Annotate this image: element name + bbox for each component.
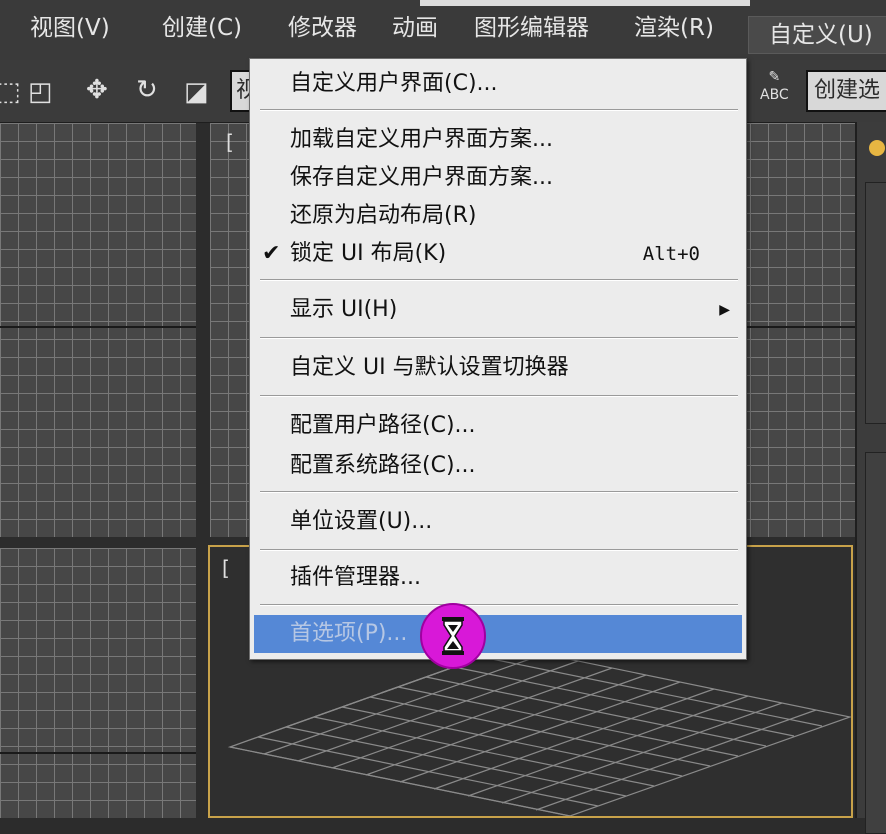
viewport-left[interactable] xyxy=(0,548,196,818)
menu-item-show-ui-label: 显示 UI(H) xyxy=(290,297,398,322)
menu-item-customize-ui[interactable]: 自定义用户界面(C)... xyxy=(290,67,734,101)
select-region-icon[interactable]: ⬚ xyxy=(0,72,21,112)
panel-rollout xyxy=(865,182,886,424)
command-panel[interactable] xyxy=(855,122,886,834)
window-crossing-icon[interactable]: ◰ xyxy=(28,72,53,112)
viewport-front-axis xyxy=(745,326,855,328)
panel-rollout-lower xyxy=(865,452,886,834)
menu-item-show-ui[interactable]: 显示 UI(H) ▶ xyxy=(290,293,734,327)
separator xyxy=(260,395,738,397)
shortcut-label: Alt+0 xyxy=(642,243,700,265)
menu-item-save-ui-scheme[interactable]: 保存自定义用户界面方案... xyxy=(290,161,734,195)
separator xyxy=(260,549,738,551)
menu-item-ui-switcher[interactable]: 自定义 UI 与默认设置切换器 xyxy=(290,351,734,385)
checkmark-icon: ✔ xyxy=(262,241,281,266)
menu-item-lock-ui-layout-label: 锁定 UI 布局(K) xyxy=(290,241,447,266)
customize-dropdown-menu: 自定义用户界面(C)... 加载自定义用户界面方案... 保存自定义用户界面方案… xyxy=(249,58,747,660)
separator xyxy=(260,604,738,606)
separator xyxy=(260,337,738,339)
menu-item-configure-user-paths[interactable]: 配置用户路径(C)... xyxy=(290,409,734,443)
menu-item-configure-system-paths[interactable]: 配置系统路径(C)... xyxy=(290,449,734,483)
hourglass-cursor xyxy=(420,603,486,669)
move-icon[interactable]: ✥ xyxy=(86,70,108,110)
title-strip xyxy=(420,0,750,6)
menu-graph-editors[interactable]: 图形编辑器 xyxy=(474,10,589,46)
menu-animation[interactable]: 动画 xyxy=(392,10,438,46)
menu-item-plugin-manager[interactable]: 插件管理器... xyxy=(290,561,734,595)
named-selection-field[interactable]: 创建选 xyxy=(806,70,886,112)
menu-customize[interactable]: 自定义(U) xyxy=(748,16,886,54)
menu-item-preferences[interactable]: 首选项(P)... xyxy=(290,617,734,651)
rotate-icon[interactable]: ↻ xyxy=(136,70,158,110)
separator xyxy=(260,491,738,493)
submenu-arrow-icon: ▶ xyxy=(719,302,730,318)
separator xyxy=(260,279,738,281)
menu-create[interactable]: 创建(C) xyxy=(162,10,242,46)
viewport-left-axis xyxy=(0,752,196,754)
menu-view[interactable]: 视图(V) xyxy=(30,10,110,46)
menu-modifiers[interactable]: 修改器 xyxy=(288,10,357,46)
sun-icon[interactable] xyxy=(869,140,885,156)
menu-item-revert-startup-layout[interactable]: 还原为启动布局(R) xyxy=(290,199,734,233)
abc-spell-icon[interactable]: ✎ ABC xyxy=(760,68,789,104)
viewport-top-axis xyxy=(0,326,196,328)
menu-item-lock-ui-layout[interactable]: ✔ 锁定 UI 布局(K) Alt+0 xyxy=(262,237,734,271)
viewport-front-label[interactable]: [ xyxy=(226,130,234,154)
viewport-top[interactable] xyxy=(0,123,196,537)
viewport-perspective-label[interactable]: [ xyxy=(222,556,230,580)
hourglass-icon xyxy=(442,617,464,655)
menu-item-units-setup[interactable]: 单位设置(U)... xyxy=(290,505,734,539)
menu-rendering[interactable]: 渲染(R) xyxy=(634,10,714,46)
scale-icon[interactable]: ◪ xyxy=(184,72,209,112)
separator xyxy=(260,109,738,111)
menu-bar: 视图(V) 创建(C) 修改器 动画 图形编辑器 渲染(R) 自定义(U) xyxy=(0,0,886,61)
menu-item-load-ui-scheme[interactable]: 加载自定义用户界面方案... xyxy=(290,123,734,157)
